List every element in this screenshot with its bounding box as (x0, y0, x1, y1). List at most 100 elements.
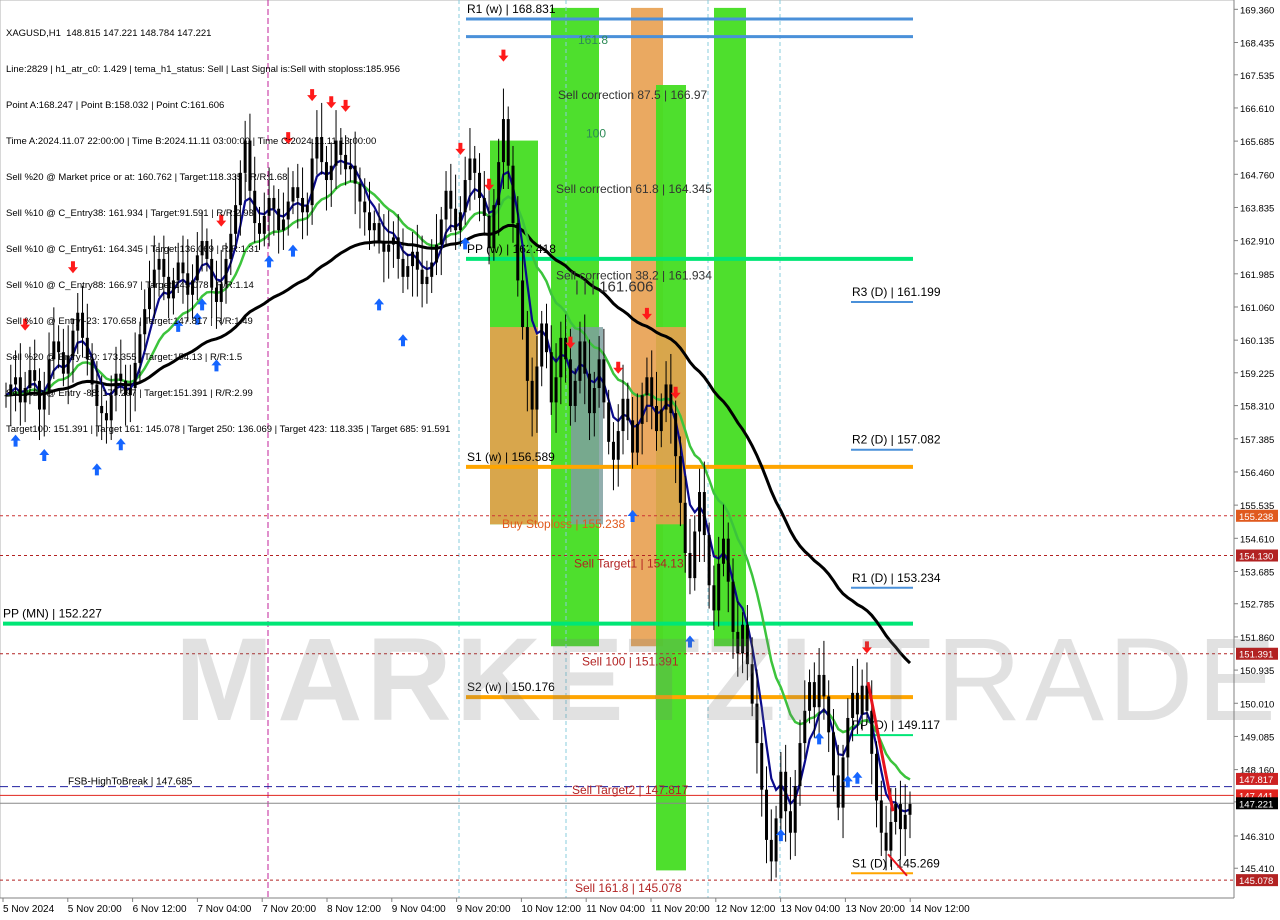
price-tag-label: 154.130 (1239, 552, 1273, 563)
candle-body (836, 775, 840, 808)
price-tick-label: 158.310 (1240, 402, 1274, 413)
candle-body (540, 323, 544, 367)
annotation-label: 100 (586, 126, 606, 140)
annotation-label: | | | 161.606 (575, 278, 653, 295)
annotation-label: Sell correction 61.8 | 164.345 (556, 182, 712, 196)
candle-body (454, 208, 458, 231)
watermark-left: MARKETZI (175, 614, 817, 746)
candle-body (788, 811, 792, 833)
time-tick-label: 9 Nov 20:00 (457, 904, 511, 915)
candle-body (798, 743, 802, 787)
info-line: Sell %20 @ Market price or at: 160.762 |… (6, 172, 288, 183)
candle-body (903, 814, 907, 830)
info-line: Sell %10 @ Entry -23: 170.658 | Target:1… (6, 316, 253, 327)
price-tag-label: 147.817 (1239, 775, 1273, 786)
pivot-level-label: R1 (D) | 153.234 (852, 571, 941, 585)
annotation-label: Buy Stoploss | 155.238 (502, 517, 626, 531)
candle-body (559, 337, 563, 378)
candle-body (851, 692, 855, 718)
candle-body (841, 757, 845, 808)
info-line: Line:2829 | h1_atr_c0: 1.429 | tema_h1_s… (6, 64, 400, 75)
zone-bar (571, 327, 603, 525)
price-tick-label: 164.760 (1240, 170, 1274, 181)
candle-body (645, 377, 649, 396)
candle-body (760, 743, 764, 790)
candle-body (784, 771, 788, 812)
price-tag-label: 145.078 (1239, 876, 1273, 887)
candle-body (769, 839, 773, 862)
candle-body (549, 352, 553, 403)
candle-body (458, 212, 462, 231)
price-tick-label: 146.310 (1240, 832, 1274, 843)
candle-body (511, 165, 515, 224)
candle-body (827, 696, 831, 733)
pivot-level-label: R3 (D) | 161.199 (852, 285, 941, 299)
candle-body (530, 380, 534, 410)
candle-body (707, 535, 711, 586)
candle-body (497, 162, 501, 206)
candle-body (516, 223, 520, 281)
candle-body (846, 717, 850, 758)
candle-body (501, 119, 505, 163)
candle-body (674, 413, 678, 457)
candle-body (678, 456, 682, 503)
candle-body (626, 398, 630, 421)
candle-body (774, 818, 778, 862)
time-tick-label: 13 Nov 04:00 (781, 904, 841, 915)
price-tick-label: 165.685 (1240, 137, 1274, 148)
candle-body (506, 119, 510, 166)
candle-body (717, 563, 721, 611)
candle-body (602, 359, 606, 403)
info-line: Sell %10 @ C_Entry88: 166.97 | Target:14… (6, 280, 254, 291)
candle-body (831, 732, 835, 776)
candle-body (597, 359, 601, 389)
candle-body (631, 420, 635, 453)
candle-body (793, 786, 797, 833)
pivot-level-label: S1 (w) | 156.589 (467, 450, 555, 464)
candle-body (688, 553, 692, 579)
candle-body (683, 502, 687, 554)
time-tick-label: 7 Nov 04:00 (197, 904, 251, 915)
candle-body (607, 402, 611, 442)
candle-body (894, 804, 898, 822)
price-tick-label: 153.685 (1240, 567, 1274, 578)
candle-body (855, 692, 859, 715)
candle-body (875, 753, 879, 801)
candle-body (616, 431, 620, 460)
time-tick-label: 5 Nov 20:00 (68, 904, 122, 915)
candle-body (592, 388, 596, 414)
chart-root: FSB-HighToBreak | 147.685 R1 (w) | 168.83… (0, 0, 1280, 920)
price-tick-label: 168.435 (1240, 38, 1274, 49)
price-tag-label: 147.221 (1239, 799, 1273, 810)
time-tick-label: 12 Nov 12:00 (716, 904, 776, 915)
time-tick-label: 5 Nov 2024 (3, 904, 55, 915)
annotation-label: Sell Target2 | 147.817 (572, 783, 689, 797)
candle-body (568, 359, 572, 406)
price-tick-label: 169.360 (1240, 5, 1274, 16)
candle-body (473, 158, 477, 173)
price-tick-label: 166.610 (1240, 104, 1274, 115)
candle-body (889, 821, 893, 851)
candle-body (698, 492, 702, 532)
candle-body (650, 377, 654, 406)
candle-body (525, 327, 529, 381)
price-tick-label: 152.785 (1240, 600, 1274, 611)
info-line: Sell %20 @ Entry -88: 177.297 | Target:1… (6, 388, 253, 399)
time-tick-label: 7 Nov 20:00 (262, 904, 316, 915)
watermark-right: TRADE (860, 614, 1280, 746)
candle-body (487, 215, 491, 249)
zone-bar (490, 327, 538, 525)
candle-body (482, 197, 486, 216)
info-line: XAGUSD,H1 148.815 147.221 148.784 147.22… (6, 28, 212, 39)
price-tick-label: 161.060 (1240, 303, 1274, 314)
pivot-level-label: PP (MN) | 152.227 (3, 607, 102, 621)
candle-body (884, 832, 888, 851)
price-tick-label: 161.985 (1240, 270, 1274, 281)
candle-body (588, 373, 592, 414)
annotation-label: Sell correction 87.5 | 166.97 (558, 88, 708, 102)
candle-body (693, 531, 697, 579)
time-tick-label: 11 Nov 20:00 (651, 904, 710, 915)
price-tick-label: 145.410 (1240, 864, 1274, 875)
candle-body (721, 538, 725, 564)
pivot-level-label: R2 (D) | 157.082 (852, 433, 941, 447)
